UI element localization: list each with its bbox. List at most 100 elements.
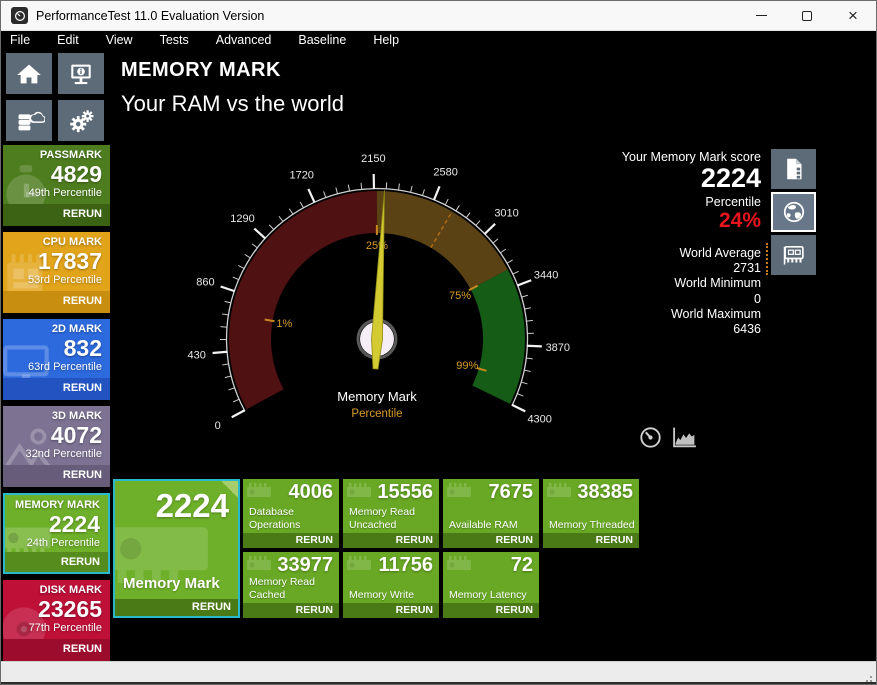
tile-percentile: 32nd Percentile <box>25 448 102 460</box>
gears-icon <box>70 109 94 132</box>
minimize-button[interactable] <box>738 1 784 30</box>
result-value: 33977 <box>277 554 333 576</box>
result-value: 72 <box>510 554 533 576</box>
stat-label: World Maximum <box>670 307 761 322</box>
rerun-button[interactable]: RERUN <box>115 599 238 616</box>
result-label: Memory Threaded <box>549 518 635 531</box>
app-window: PerformanceTest 11.0 Evaluation Version … <box>0 0 877 685</box>
resize-grip[interactable] <box>870 676 872 678</box>
page-title: MEMORY MARK <box>121 59 281 81</box>
rerun-button[interactable]: RERUN <box>343 603 439 618</box>
tile-value: 832 <box>63 335 102 361</box>
rerun-button[interactable]: RERUN <box>243 603 339 618</box>
result-tile-memory-read-uncached[interactable]: 15556 Memory Read Uncached RERUN <box>343 479 439 548</box>
tile-value: 4072 <box>50 422 102 448</box>
rerun-label: RERUN <box>60 556 100 568</box>
menu-advanced[interactable]: Advanced <box>216 32 272 48</box>
svg-text:430: 430 <box>187 349 205 361</box>
close-icon: × <box>848 6 858 25</box>
svg-text:99%: 99% <box>456 360 478 372</box>
tile-label: PASSMARK <box>39 149 102 161</box>
world-compare-button[interactable] <box>771 192 816 232</box>
maximize-button[interactable] <box>784 1 830 30</box>
result-label: Memory Latency <box>449 588 527 601</box>
sidebar-tile-cpu-mark[interactable]: CPU MARK 17837 53rd Percentile RERUN <box>3 232 110 313</box>
result-tile-available-ram[interactable]: 7675 Available RAM RERUN <box>443 479 539 548</box>
rerun-button[interactable]: RERUN <box>3 291 110 313</box>
result-value: 11756 <box>378 554 433 576</box>
close-button[interactable]: × <box>830 1 876 30</box>
home-icon <box>17 64 41 83</box>
gauge-view-icon[interactable] <box>639 426 662 449</box>
percentile-value: 24% <box>718 208 761 232</box>
rerun-button[interactable]: RERUN <box>3 204 110 226</box>
home-button[interactable] <box>6 53 52 94</box>
rerun-label: RERUN <box>191 601 231 613</box>
result-tile-memory-read-cached[interactable]: 33977 Memory Read Cached RERUN <box>243 552 339 618</box>
result-label: Memory Write <box>349 588 415 601</box>
globe-icon <box>783 201 804 223</box>
sidebar-tile-passmark[interactable]: PASSMARK 4829 49th Percentile RERUN <box>3 145 110 226</box>
sidebar-tile-3d-mark[interactable]: 3D MARK 4072 32nd Percentile RERUN <box>3 406 110 487</box>
sidebar: PASSMARK 4829 49th Percentile RERUN CPU … <box>3 145 110 667</box>
svg-text:1720: 1720 <box>289 169 313 181</box>
result-tile-memory-mark[interactable]: 2224 Memory Mark RERUN <box>113 479 240 618</box>
rerun-button[interactable]: RERUN <box>443 603 539 618</box>
result-tile-memory-write[interactable]: 11756 Memory Write RERUN <box>343 552 439 618</box>
rerun-button[interactable]: RERUN <box>343 533 439 548</box>
system-info-button[interactable] <box>58 53 104 94</box>
rerun-label: RERUN <box>595 534 633 546</box>
main-content: PASSMARK 4829 49th Percentile RERUN CPU … <box>1 49 876 661</box>
score-label: Your Memory Mark score <box>621 150 761 164</box>
menu-view[interactable]: View <box>106 32 133 48</box>
hardware-info-button[interactable] <box>771 235 816 275</box>
result-tile-database-operations[interactable]: 4006 Database Operations RERUN <box>243 479 339 548</box>
chart-view-icon[interactable] <box>671 426 698 449</box>
rerun-button[interactable]: RERUN <box>443 533 539 548</box>
svg-text:75%: 75% <box>449 290 471 302</box>
sidebar-tile-disk-mark[interactable]: DISK MARK 23265 77th Percentile RERUN <box>3 580 110 661</box>
rerun-button[interactable]: RERUN <box>3 639 110 661</box>
result-tiles-grid: 4006 Database Operations RERUN 15556 Mem… <box>243 479 639 618</box>
titlebar: PerformanceTest 11.0 Evaluation Version … <box>1 1 876 31</box>
server-cloud-icon <box>18 111 45 130</box>
rerun-button[interactable]: RERUN <box>3 378 110 400</box>
tile-percentile: 77th Percentile <box>28 622 102 634</box>
tile-value: 2224 <box>48 511 100 537</box>
server-button[interactable] <box>6 100 52 141</box>
report-button[interactable] <box>771 149 816 189</box>
rerun-label: RERUN <box>395 604 433 616</box>
tile-label: 2D MARK <box>51 323 102 335</box>
tile-value: 4829 <box>50 161 102 187</box>
sidebar-tile-memory-mark[interactable]: MEMORY MARK 2224 24th Percentile RERUN <box>3 493 110 574</box>
sidebar-tile-2d-mark[interactable]: 2D MARK 832 63rd Percentile RERUN <box>3 319 110 400</box>
rerun-button[interactable]: RERUN <box>543 533 639 548</box>
result-tile-memory-latency[interactable]: 72 Memory Latency RERUN <box>443 552 539 618</box>
score-value: 2224 <box>700 163 761 193</box>
svg-text:4300: 4300 <box>527 413 551 425</box>
tile-percentile: 24th Percentile <box>26 537 100 549</box>
menu-file[interactable]: File <box>10 32 30 48</box>
result-label: Database Operations <box>249 506 301 531</box>
settings-button[interactable] <box>58 100 104 141</box>
ram-icon <box>447 556 471 570</box>
pci-card-icon <box>783 246 804 265</box>
rerun-label: RERUN <box>295 604 333 616</box>
rerun-label: RERUN <box>62 382 102 394</box>
rerun-button[interactable]: RERUN <box>5 552 108 572</box>
svg-text:3010: 3010 <box>494 208 518 220</box>
status-bar <box>1 661 876 682</box>
stat-value: 2731 <box>733 261 761 276</box>
world-average-marker-legend <box>766 243 768 275</box>
rerun-label: RERUN <box>62 295 102 307</box>
rerun-button[interactable]: RERUN <box>243 533 339 548</box>
menu-edit[interactable]: Edit <box>57 32 79 48</box>
rerun-label: RERUN <box>62 469 102 481</box>
app-icon <box>11 7 28 24</box>
menu-tests[interactable]: Tests <box>160 32 189 48</box>
result-tile-memory-threaded[interactable]: 38385 Memory Threaded RERUN <box>543 479 639 548</box>
menu-help[interactable]: Help <box>373 32 399 48</box>
rerun-button[interactable]: RERUN <box>3 465 110 487</box>
stat-value: 6436 <box>733 322 761 337</box>
menu-baseline[interactable]: Baseline <box>298 32 346 48</box>
